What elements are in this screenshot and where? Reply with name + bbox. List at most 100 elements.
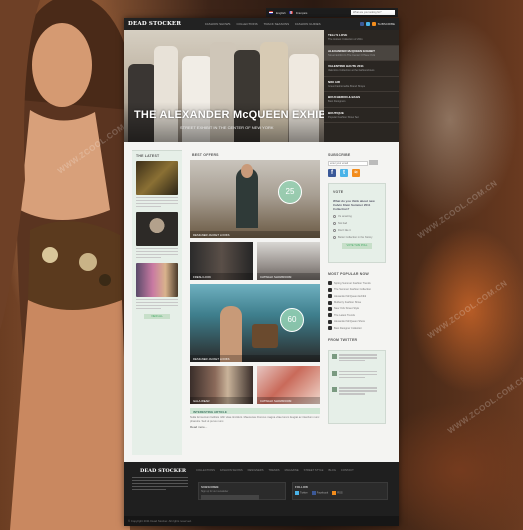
subscribe-go-button[interactable] xyxy=(369,160,379,165)
footer-link[interactable]: MAGAZINE xyxy=(285,469,299,472)
text-line xyxy=(136,250,178,252)
facebook-icon[interactable] xyxy=(359,22,364,26)
nav-collections[interactable]: COLLECTIONS xyxy=(236,22,257,26)
footer-follow-box: FOLLOW Twitter Facebook RSS xyxy=(292,482,388,500)
footer-link[interactable]: FASHION SHOWS xyxy=(220,469,243,472)
footer-link[interactable]: TRENDS xyxy=(269,469,280,472)
footer-link[interactable]: BLOG xyxy=(328,469,335,472)
hero-slide-item[interactable]: ALEXANDER McQUEEN EXHIBIT Street Exhibit… xyxy=(324,45,399,61)
vote-option[interactable]: Better Collection in the history xyxy=(333,236,381,239)
site-logo[interactable]: DEAD STOCKER xyxy=(128,21,181,27)
tweet[interactable] xyxy=(332,387,382,396)
hero-slide-item[interactable]: TELL'S LOVE The Hottest Collection of 20… xyxy=(324,30,399,46)
radio-button[interactable] xyxy=(333,222,336,225)
hero-slide-item[interactable]: NIKI AIR Great Fashionable Brand Shops xyxy=(324,77,399,92)
popular-item[interactable]: Spring Summer Fashion Trends xyxy=(328,281,386,286)
tweet[interactable] xyxy=(332,354,382,363)
most-popular: MOST POPULAR NOW Spring Summer Fashion T… xyxy=(328,269,386,331)
slide-text: The Hottest Collection of 2011 xyxy=(328,38,363,41)
radio-button[interactable] xyxy=(333,229,336,232)
offer-row: GALA WEAR CATWALK SHOWROOM xyxy=(190,366,320,404)
offer-card[interactable]: 60 DESIGNER JACKET LOOKS xyxy=(190,284,320,362)
popular-thumb xyxy=(328,319,332,324)
footer-subscribe-title: SUBSCRIBE xyxy=(201,485,219,489)
rss-icon[interactable]: ≈ xyxy=(352,169,360,177)
footer-links: COLLECTIONS FASHION SHOWS DESIGNERS TREN… xyxy=(196,469,354,472)
search-input[interactable] xyxy=(351,10,395,15)
hero-slide-item[interactable]: BOUTIQUE Popular Fashion Show Set xyxy=(324,108,399,123)
tweet[interactable] xyxy=(332,370,382,380)
popular-item[interactable]: Alexander McQueen Show xyxy=(328,319,386,324)
vote-option[interactable]: It's amazing xyxy=(333,215,381,218)
rss-icon[interactable] xyxy=(371,22,376,26)
hero-slide-item[interactable]: BOUCHERON & BAGS Best Designers xyxy=(324,92,399,108)
nav-track-seasons[interactable]: TRACK SEASONS xyxy=(264,22,290,26)
footer-twitter-link[interactable]: Twitter xyxy=(295,491,308,495)
footer-about-text xyxy=(132,477,188,492)
facebook-icon[interactable]: f xyxy=(328,169,336,177)
slide-text: Great Fashionable Brand Shops xyxy=(328,84,366,88)
popular-item[interactable]: The Latest Trends xyxy=(328,313,386,318)
latest-item[interactable] xyxy=(132,161,182,207)
offer-label: CATWALK SHOWROOM xyxy=(257,273,320,280)
popular-thumb xyxy=(328,281,332,286)
offer-card[interactable]: FRESH LOOK xyxy=(190,242,253,280)
footer-facebook-link[interactable]: Facebook xyxy=(311,491,328,495)
text-line xyxy=(136,202,178,204)
footer-link[interactable]: STREET STYLE xyxy=(304,469,324,472)
popular-item-label: Alexander McQueen Exhibit xyxy=(334,294,367,298)
hero-slider[interactable]: THE ALEXANDER McQUEEN EXHIBIT STREET EXH… xyxy=(124,30,324,142)
popular-item[interactable]: Best Designer Collection xyxy=(328,326,386,331)
flag-fr-icon[interactable] xyxy=(288,11,293,14)
offer-card[interactable]: GALA WEAR xyxy=(190,366,253,404)
twitter-icon[interactable] xyxy=(365,22,370,26)
latest-thumbnail[interactable] xyxy=(136,212,178,246)
discount-badge: 25 xyxy=(278,180,302,204)
rss-icon xyxy=(332,491,337,495)
vote-option[interactable]: Don't like it xyxy=(333,229,381,232)
vote-option-label: It's amazing xyxy=(338,215,352,218)
nav-fashion-shows[interactable]: FASHION SHOWS xyxy=(205,22,230,26)
slide-title: BOUTIQUE xyxy=(328,110,344,115)
offer-card[interactable]: 25 DESIGNER JACKET LOOKS xyxy=(190,160,320,238)
text-line xyxy=(136,307,162,309)
offer-card[interactable]: CATWALK SHOWROOM xyxy=(257,366,320,404)
latest-item[interactable] xyxy=(132,263,182,309)
latest-thumbnail[interactable] xyxy=(136,161,178,195)
vote-button[interactable]: VOTE THIS POLL xyxy=(342,243,372,249)
offer-model-figure xyxy=(220,306,242,362)
twitter-title: FROM TWITTER xyxy=(328,338,358,343)
latest-item[interactable] xyxy=(132,212,182,258)
language-french[interactable]: Français xyxy=(296,11,308,15)
footer-logo[interactable]: DEAD STOCKER xyxy=(140,468,186,474)
popular-item[interactable]: New York Street Style xyxy=(328,306,386,311)
email-field[interactable] xyxy=(328,161,368,166)
view-all-button[interactable]: VIEW ALL xyxy=(144,314,170,319)
footer-rss-link[interactable]: RSS xyxy=(332,491,343,495)
popular-item[interactable]: Alexander McQueen Exhibit xyxy=(328,294,386,299)
latest-thumbnail[interactable] xyxy=(136,263,178,297)
footer-link[interactable]: CONTACT xyxy=(341,469,354,472)
latest-title: THE LATEST xyxy=(136,154,160,158)
language-english[interactable]: English xyxy=(276,11,286,15)
read-more-link[interactable]: Read more... xyxy=(190,425,320,429)
hero-slide-item[interactable]: VALENTINO HAUTE 2011 Valentino Collectio… xyxy=(324,61,399,77)
vote-option[interactable]: Not bad xyxy=(333,222,381,225)
subscribe-link[interactable]: SUBSCRIBE xyxy=(378,22,395,26)
text-line xyxy=(136,304,178,306)
nav-fashion-guides[interactable]: FASHION GUIDES xyxy=(295,22,321,26)
radio-button[interactable] xyxy=(333,236,336,239)
hero-subtitle: STREET EXHIBIT IN THE CENTER OF NEW YORK xyxy=(180,125,274,130)
popular-item[interactable]: Mulberry Fashion Show xyxy=(328,300,386,305)
offer-label: CATWALK SHOWROOM xyxy=(257,397,320,404)
flag-en-icon[interactable] xyxy=(269,11,273,14)
footer-link[interactable]: COLLECTIONS xyxy=(196,469,215,472)
slide-text: Best Designers xyxy=(328,100,346,103)
offer-card[interactable]: CATWALK SHOWROOM xyxy=(257,242,320,280)
twitter-icon[interactable]: t xyxy=(340,169,348,177)
popular-item[interactable]: The Summer Fashion Collection xyxy=(328,287,386,292)
footer-link[interactable]: DESIGNERS xyxy=(248,469,264,472)
radio-button[interactable] xyxy=(333,215,336,218)
offer-row: FRESH LOOK CATWALK SHOWROOM xyxy=(190,242,320,280)
footer-email-field[interactable] xyxy=(201,495,259,500)
